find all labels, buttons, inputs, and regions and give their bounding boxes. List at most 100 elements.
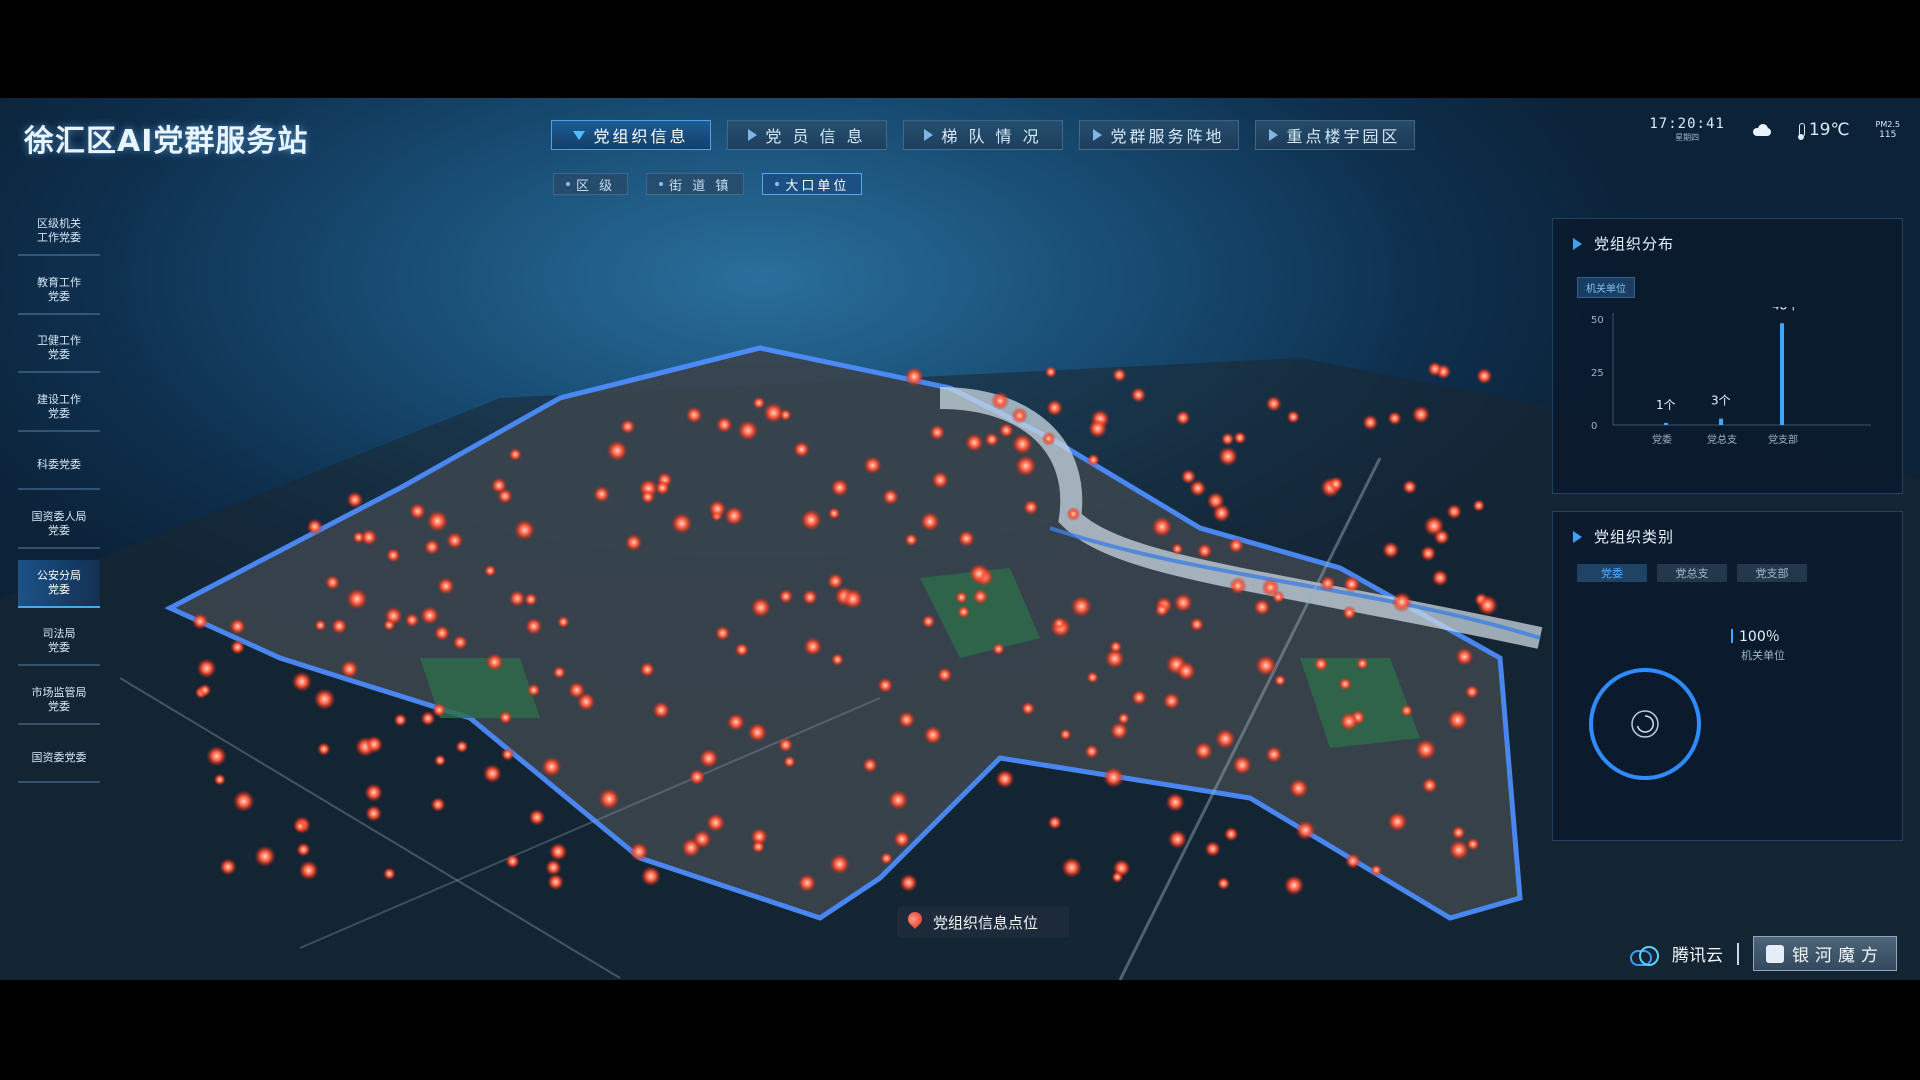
party-org-pin[interactable] — [313, 688, 336, 711]
party-org-pin[interactable] — [1370, 864, 1383, 877]
party-org-pin[interactable] — [1023, 499, 1039, 516]
party-org-pin[interactable] — [1295, 820, 1316, 841]
party-org-pin[interactable] — [1214, 728, 1236, 750]
tab-party-committee[interactable]: 党委 — [1577, 564, 1647, 582]
party-org-pin[interactable] — [1229, 576, 1247, 595]
tab-general-branch[interactable]: 党总支 — [1657, 564, 1727, 582]
party-org-pin[interactable] — [955, 591, 968, 604]
sidebar-item-public-security[interactable]: 公安分局 党委 — [18, 559, 100, 608]
party-org-pin[interactable] — [317, 742, 331, 756]
party-org-pin[interactable] — [1175, 410, 1191, 426]
party-org-pin[interactable] — [598, 788, 620, 810]
party-org-pin[interactable] — [498, 710, 513, 725]
sidebar-item-district-organs[interactable]: 区级机关 工作党委 — [18, 208, 100, 256]
party-org-pin[interactable] — [685, 406, 703, 424]
party-org-pin[interactable] — [1382, 541, 1400, 559]
party-org-pin[interactable] — [527, 683, 541, 697]
party-org-pin[interactable] — [1255, 654, 1277, 677]
party-org-pin[interactable] — [957, 605, 971, 619]
party-org-pin[interactable] — [1011, 433, 1033, 455]
party-org-pin[interactable] — [751, 839, 766, 854]
party-org-pin[interactable] — [306, 518, 323, 535]
party-org-pin[interactable] — [606, 440, 628, 462]
party-org-pin[interactable] — [331, 618, 348, 635]
party-org-pin[interactable] — [384, 606, 403, 626]
party-org-pin[interactable] — [324, 574, 341, 591]
party-org-pin[interactable] — [803, 637, 823, 656]
party-org-pin[interactable] — [1431, 569, 1449, 587]
party-org-pin[interactable] — [230, 639, 246, 655]
party-org-pin[interactable] — [1356, 657, 1369, 670]
party-org-pin[interactable] — [1423, 515, 1445, 537]
sidebar-item-education[interactable]: 教育工作 党委 — [18, 267, 100, 315]
party-org-pin[interactable] — [929, 424, 946, 441]
party-org-pin[interactable] — [1476, 367, 1493, 385]
party-org-pin[interactable] — [1472, 499, 1486, 512]
party-org-pin[interactable] — [1041, 431, 1056, 446]
subtab-street[interactable]: 街 道 镇 — [646, 173, 745, 195]
party-org-pin[interactable] — [1338, 677, 1352, 691]
party-org-pin[interactable] — [698, 748, 719, 769]
tab-branch[interactable]: 党支部 — [1737, 564, 1807, 582]
party-org-pin[interactable] — [1420, 545, 1437, 562]
party-org-pin[interactable] — [1421, 777, 1438, 794]
party-org-pin[interactable] — [1189, 617, 1205, 632]
party-org-pin[interactable] — [314, 619, 327, 632]
party-org-pin[interactable] — [196, 658, 217, 679]
party-org-pin[interactable] — [830, 653, 845, 667]
party-org-pin[interactable] — [364, 783, 384, 802]
party-org-pin[interactable] — [549, 842, 568, 861]
party-org-pin[interactable] — [1455, 647, 1474, 666]
party-org-pin[interactable] — [1342, 605, 1357, 620]
party-org-pin[interactable] — [882, 488, 899, 506]
party-org-pin[interactable] — [1319, 575, 1336, 592]
subtab-major-units[interactable]: 大口单位 — [762, 173, 863, 195]
sidebar-item-science[interactable]: 科委党委 — [18, 442, 100, 491]
party-org-pin[interactable] — [1253, 598, 1271, 616]
party-org-pin[interactable] — [1400, 704, 1414, 717]
party-org-pin[interactable] — [1165, 792, 1186, 812]
party-org-pin[interactable] — [1411, 405, 1430, 424]
party-org-pin[interactable] — [1117, 712, 1130, 725]
party-org-pin[interactable] — [1362, 414, 1379, 431]
party-org-pin[interactable] — [1212, 503, 1231, 523]
party-org-pin[interactable] — [639, 661, 655, 678]
party-org-pin[interactable] — [557, 615, 570, 629]
party-org-pin[interactable] — [505, 854, 520, 869]
party-org-pin[interactable] — [1011, 407, 1028, 424]
party-org-pin[interactable] — [484, 564, 497, 577]
party-org-pin[interactable] — [802, 589, 818, 606]
party-org-pin[interactable] — [899, 873, 918, 892]
party-org-pin[interactable] — [1451, 825, 1466, 840]
party-org-pin[interactable] — [1052, 617, 1066, 630]
party-org-pin[interactable] — [921, 614, 936, 629]
party-org-pin[interactable] — [716, 416, 733, 434]
party-org-pin[interactable] — [1015, 455, 1037, 477]
party-org-pin[interactable] — [296, 842, 311, 857]
party-org-pin[interactable] — [514, 519, 536, 541]
party-org-pin[interactable] — [972, 588, 989, 605]
party-org-pin[interactable] — [508, 447, 522, 462]
party-org-pin[interactable] — [525, 617, 543, 635]
party-org-pin[interactable] — [893, 830, 911, 848]
party-org-pin[interactable] — [452, 634, 468, 651]
party-org-pin[interactable] — [1283, 875, 1305, 896]
party-org-pin[interactable] — [1387, 411, 1402, 426]
party-org-pin[interactable] — [1464, 684, 1480, 699]
party-org-pin[interactable] — [1103, 766, 1125, 789]
party-org-pin[interactable] — [1061, 857, 1083, 878]
party-org-pin[interactable] — [992, 642, 1005, 656]
party-org-pin[interactable] — [783, 755, 796, 768]
party-org-pin[interactable] — [1233, 431, 1247, 445]
party-org-pin[interactable] — [1217, 876, 1231, 891]
party-org-pin[interactable] — [386, 548, 401, 563]
party-org-pin[interactable] — [706, 813, 726, 833]
party-org-pin[interactable] — [1021, 701, 1036, 716]
party-org-pin[interactable] — [1204, 840, 1221, 857]
map-legend[interactable]: 党组织信息点位 — [897, 906, 1069, 938]
party-org-pin[interactable] — [198, 683, 212, 697]
party-org-pin[interactable] — [652, 701, 671, 720]
party-org-pin[interactable] — [232, 790, 255, 813]
party-org-pin[interactable] — [880, 852, 893, 865]
party-org-pin[interactable] — [346, 588, 368, 610]
